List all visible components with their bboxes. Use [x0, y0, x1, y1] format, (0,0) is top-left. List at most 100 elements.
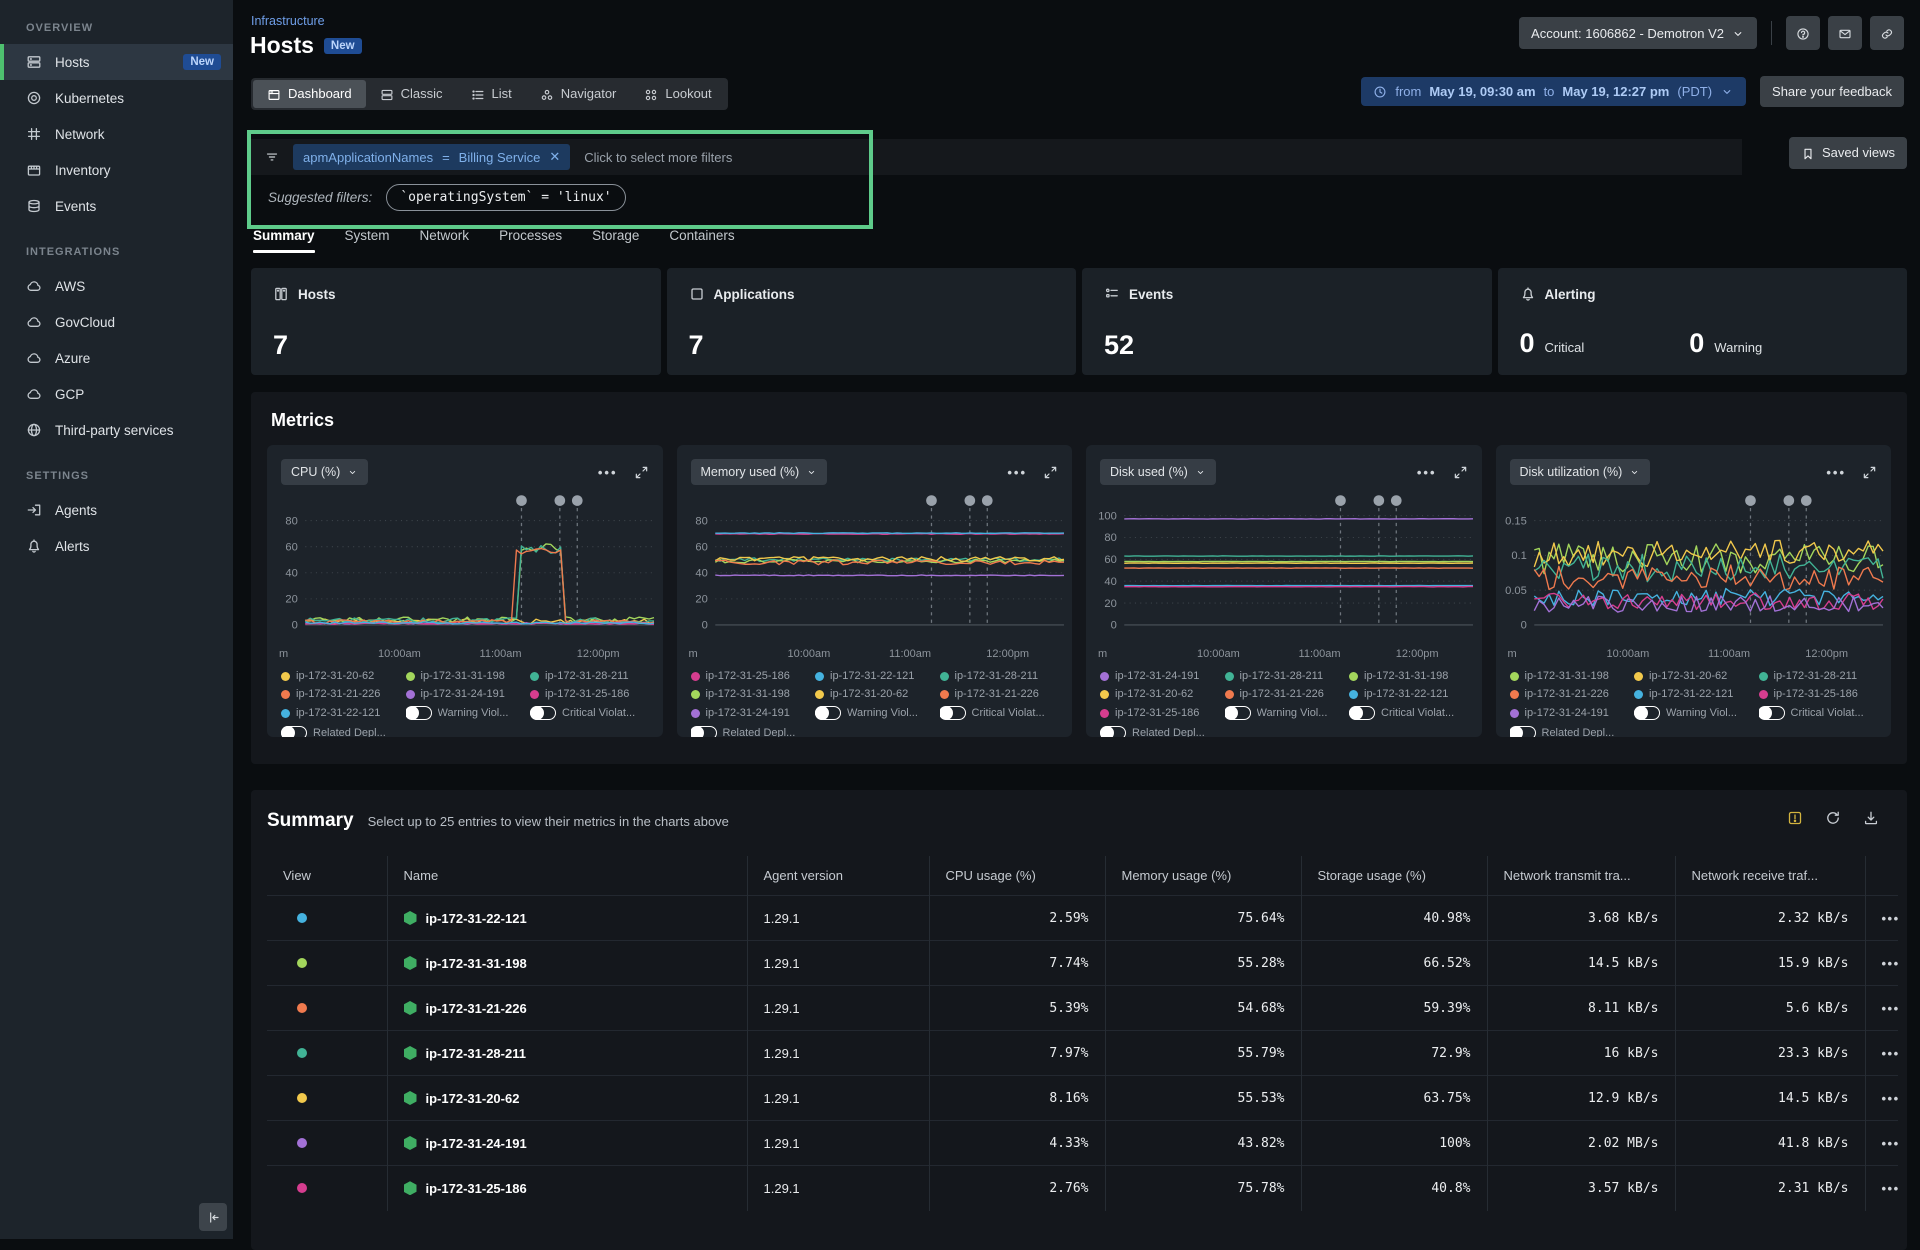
- sidebar-item-govcloud[interactable]: GovCloud: [0, 304, 233, 340]
- legend-item[interactable]: ip-172-31-20-62: [1100, 688, 1219, 700]
- host-name[interactable]: ip-172-31-24-191: [426, 1136, 527, 1151]
- view-cell[interactable]: [267, 941, 387, 986]
- legend-item[interactable]: ip-172-31-28-211: [1759, 670, 1878, 682]
- toggle-switch[interactable]: [406, 706, 432, 720]
- legend-toggle-warning-viol-[interactable]: Warning Viol...: [1634, 706, 1753, 720]
- chart-metric-select[interactable]: Disk utilization (%): [1510, 459, 1651, 485]
- legend-item[interactable]: ip-172-31-22-121: [815, 670, 934, 682]
- refresh-icon[interactable]: [1821, 806, 1845, 830]
- toggle-switch[interactable]: [281, 726, 307, 737]
- sidebar-item-gcp[interactable]: GCP: [0, 376, 233, 412]
- chart-options-button[interactable]: •••: [1826, 465, 1846, 480]
- chart-expand-icon[interactable]: [1862, 465, 1877, 480]
- summary-card-events[interactable]: Events52: [1082, 268, 1492, 375]
- legend-item[interactable]: ip-172-31-25-186: [691, 670, 810, 682]
- name-cell[interactable]: ip-172-31-24-191: [387, 1121, 747, 1166]
- sidebar-item-events[interactable]: Events: [0, 188, 233, 224]
- row-actions-button[interactable]: •••: [1865, 1076, 1898, 1121]
- legend-toggle-warning-viol-[interactable]: Warning Viol...: [1225, 706, 1344, 720]
- legend-item[interactable]: ip-172-31-21-226: [1225, 688, 1344, 700]
- toggle-switch[interactable]: [1759, 706, 1785, 720]
- sidebar-item-aws[interactable]: AWS: [0, 268, 233, 304]
- account-selector[interactable]: Account: 1606862 - Demotron V2: [1519, 17, 1757, 49]
- filter-bar[interactable]: apmApplicationNames = Billing Service ✕ …: [251, 139, 1742, 175]
- legend-item[interactable]: ip-172-31-31-198: [1349, 670, 1468, 682]
- tab-system[interactable]: System: [345, 228, 390, 253]
- view-tab-lookout[interactable]: Lookout: [630, 80, 725, 108]
- legend-item[interactable]: ip-172-31-24-191: [406, 688, 525, 700]
- legend-item[interactable]: ip-172-31-24-191: [691, 706, 810, 720]
- sidebar-item-kubernetes[interactable]: Kubernetes: [0, 80, 233, 116]
- chart-expand-icon[interactable]: [1043, 465, 1058, 480]
- chart-options-button[interactable]: •••: [598, 465, 618, 480]
- column-header-cpu-usage-[interactable]: CPU usage (%): [929, 856, 1105, 896]
- view-cell[interactable]: [267, 1166, 387, 1211]
- legend-item[interactable]: ip-172-31-25-186: [1100, 706, 1219, 720]
- legend-item[interactable]: ip-172-31-21-226: [940, 688, 1059, 700]
- sidebar-item-alerts[interactable]: Alerts: [0, 528, 233, 564]
- download-icon[interactable]: [1859, 806, 1883, 830]
- legend-toggle-critical-violat-[interactable]: Critical Violat...: [1349, 706, 1468, 720]
- sidebar-item-inventory[interactable]: Inventory: [0, 152, 233, 188]
- legend-item[interactable]: ip-172-31-31-198: [1510, 670, 1629, 682]
- legend-item[interactable]: ip-172-31-20-62: [815, 688, 934, 700]
- summary-card-alerting[interactable]: Alerting0Critical0Warning: [1498, 268, 1908, 375]
- toggle-switch[interactable]: [1225, 706, 1251, 720]
- chart-metric-select[interactable]: CPU (%): [281, 459, 368, 485]
- table-row[interactable]: ip-172-31-28-2111.29.17.97%55.79%72.9%16…: [267, 1031, 1898, 1076]
- sidebar-item-azure[interactable]: Azure: [0, 340, 233, 376]
- column-header-memory-usage-[interactable]: Memory usage (%): [1105, 856, 1301, 896]
- legend-item[interactable]: ip-172-31-31-198: [691, 688, 810, 700]
- legend-item[interactable]: ip-172-31-25-186: [530, 688, 649, 700]
- host-name[interactable]: ip-172-31-21-226: [426, 1001, 527, 1016]
- host-name[interactable]: ip-172-31-31-198: [426, 956, 527, 971]
- sidebar-item-agents[interactable]: Agents: [0, 492, 233, 528]
- filter-placeholder[interactable]: Click to select more filters: [584, 150, 732, 165]
- warning-icon[interactable]: [1783, 806, 1807, 830]
- view-tab-list[interactable]: List: [457, 80, 526, 108]
- view-tab-classic[interactable]: Classic: [366, 80, 457, 108]
- view-cell[interactable]: [267, 1076, 387, 1121]
- column-header-name[interactable]: Name: [387, 856, 747, 896]
- table-row[interactable]: ip-172-31-20-621.29.18.16%55.53%63.75%12…: [267, 1076, 1898, 1121]
- legend-item[interactable]: ip-172-31-21-226: [281, 688, 400, 700]
- chart-metric-select[interactable]: Disk used (%): [1100, 459, 1216, 485]
- saved-views-button[interactable]: Saved views: [1789, 137, 1907, 169]
- tab-summary[interactable]: Summary: [253, 228, 315, 253]
- sidebar-item-network[interactable]: Network: [0, 116, 233, 152]
- legend-toggle-critical-violat-[interactable]: Critical Violat...: [530, 706, 649, 720]
- row-actions-button[interactable]: •••: [1865, 941, 1898, 986]
- legend-toggle-warning-viol-[interactable]: Warning Viol...: [406, 706, 525, 720]
- legend-item[interactable]: ip-172-31-22-121: [1634, 688, 1753, 700]
- column-header-network-receive-traf-[interactable]: Network receive traf...: [1675, 856, 1865, 896]
- row-actions-button[interactable]: •••: [1865, 1121, 1898, 1166]
- messages-button[interactable]: [1828, 16, 1862, 50]
- legend-toggle-critical-violat-[interactable]: Critical Violat...: [1759, 706, 1878, 720]
- sidebar-item-hosts[interactable]: HostsNew: [0, 44, 233, 80]
- table-row[interactable]: ip-172-31-31-1981.29.17.74%55.28%66.52%1…: [267, 941, 1898, 986]
- breadcrumb[interactable]: Infrastructure: [251, 14, 325, 28]
- chart-options-button[interactable]: •••: [1007, 465, 1027, 480]
- view-cell[interactable]: [267, 1031, 387, 1076]
- legend-toggle-related-depl-[interactable]: Related Depl...: [1510, 726, 1629, 737]
- legend-item[interactable]: ip-172-31-22-121: [1349, 688, 1468, 700]
- legend-item[interactable]: ip-172-31-21-226: [1510, 688, 1629, 700]
- filter-chip-remove-icon[interactable]: ✕: [549, 149, 560, 165]
- name-cell[interactable]: ip-172-31-22-121: [387, 896, 747, 941]
- legend-toggle-warning-viol-[interactable]: Warning Viol...: [815, 706, 934, 720]
- toggle-switch[interactable]: [691, 726, 717, 737]
- table-row[interactable]: ip-172-31-24-1911.29.14.33%43.82%100%2.0…: [267, 1121, 1898, 1166]
- legend-item[interactable]: ip-172-31-20-62: [281, 670, 400, 682]
- legend-toggle-related-depl-[interactable]: Related Depl...: [1100, 726, 1219, 737]
- host-name[interactable]: ip-172-31-28-211: [426, 1046, 526, 1061]
- legend-item[interactable]: ip-172-31-28-211: [1225, 670, 1344, 682]
- name-cell[interactable]: ip-172-31-21-226: [387, 986, 747, 1031]
- tab-network[interactable]: Network: [420, 228, 470, 253]
- host-name[interactable]: ip-172-31-25-186: [426, 1181, 527, 1196]
- time-range-picker[interactable]: from May 19, 09:30 am to May 19, 12:27 p…: [1361, 77, 1746, 107]
- toggle-switch[interactable]: [1100, 726, 1126, 737]
- name-cell[interactable]: ip-172-31-20-62: [387, 1076, 747, 1121]
- legend-item[interactable]: ip-172-31-28-211: [530, 670, 649, 682]
- summary-card-applications[interactable]: Applications7: [667, 268, 1077, 375]
- row-actions-button[interactable]: •••: [1865, 896, 1898, 941]
